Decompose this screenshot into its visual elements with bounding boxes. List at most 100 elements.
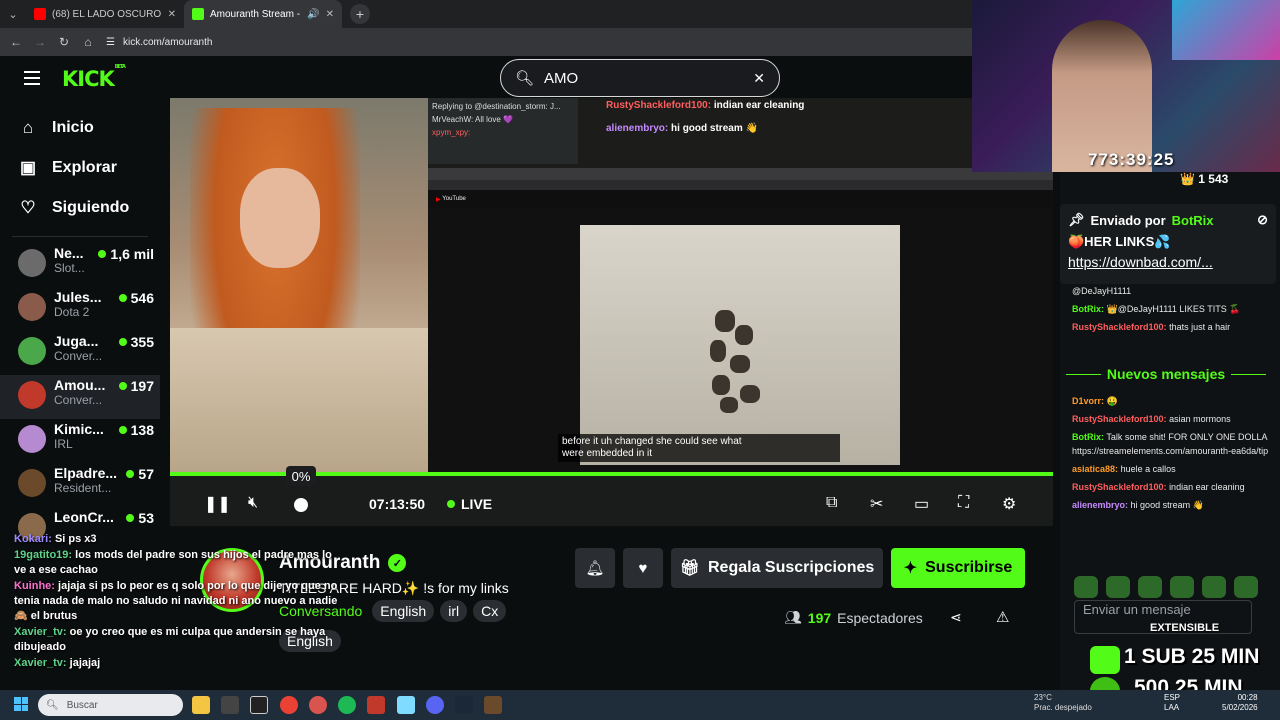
tag-irl[interactable]: irl <box>440 600 468 622</box>
report-warning-icon[interactable]: ⚠ <box>996 608 1009 626</box>
language-indicator[interactable]: ESP LAA <box>1164 693 1180 713</box>
emote-icon[interactable] <box>1138 576 1162 598</box>
app-icon[interactable] <box>221 696 239 714</box>
notepad-icon[interactable] <box>397 696 415 714</box>
site-info-icon[interactable]: ☰ <box>106 37 115 48</box>
live-dot <box>118 338 127 346</box>
weather-widget[interactable]: 23°C Prac. despejado <box>1034 693 1092 713</box>
emote-icon[interactable] <box>1074 576 1098 598</box>
sidebar-channel[interactable]: Kimic... IRL 138 <box>0 419 160 463</box>
tab-list-chevron-icon[interactable]: ⌄ <box>0 0 26 28</box>
pinned-link[interactable]: https://downbad.com/... <box>1068 254 1268 270</box>
theater-mode-icon[interactable]: ▭ <box>914 494 929 514</box>
chat-message[interactable]: BotRix: 👑@DeJayH1111 LIKES TITS 🍒 <box>1072 302 1272 316</box>
live-indicator: LIVE <box>447 496 492 512</box>
notification-bell-button[interactable]: 🔔︎ <box>575 548 615 588</box>
heart-icon: ♥ <box>638 559 648 577</box>
chat-user: alienembryo: <box>606 123 669 134</box>
taskbar-search[interactable]: 🔍︎ Buscar <box>38 694 183 716</box>
browser-tab-kick[interactable]: Amouranth Stream - Watch 🔊 ✕ <box>184 0 342 28</box>
chat-message[interactable]: alienembryo: hi good stream 👋 <box>1072 498 1272 512</box>
share-icon[interactable]: ⋖ <box>950 609 962 626</box>
app-icon[interactable] <box>309 696 327 714</box>
close-tab-icon[interactable]: ✕ <box>326 9 334 20</box>
mute-icon[interactable]: 🔇︎ <box>248 494 258 512</box>
sidebar-item-explorar[interactable]: ▣ Explorar <box>0 148 160 188</box>
windows-start-icon[interactable] <box>14 697 28 711</box>
chat-user[interactable]: BotRix: <box>1072 304 1104 314</box>
chat-message[interactable]: asiatica88: huele a callos <box>1072 462 1272 476</box>
chat-user: Kuinhe: <box>14 580 55 592</box>
emote-icon[interactable] <box>1170 576 1194 598</box>
kick-logo[interactable]: KICKBETA <box>62 64 126 91</box>
settings-gear-icon[interactable]: ⚙ <box>1002 494 1016 514</box>
channel-viewers: 355 <box>118 334 154 350</box>
forward-icon[interactable]: → <box>30 32 50 52</box>
url-field[interactable]: ☰ kick.com/amouranth <box>106 37 212 48</box>
sidebar-item-inicio[interactable]: ⌂ Inicio <box>0 108 160 148</box>
video-player[interactable]: Replying to @destination_storm: J... MrV… <box>170 98 1053 526</box>
chat-message[interactable]: @DeJayH1111 <box>1072 284 1272 298</box>
home-icon[interactable]: ⌂ <box>78 32 98 52</box>
channel-viewers: 57 <box>126 466 154 482</box>
tag-cx[interactable]: Cx <box>473 600 507 622</box>
pause-icon[interactable]: ❚❚ <box>204 494 231 514</box>
sidebar-channel[interactable]: Ne... Slot... 1,6 mil <box>0 243 160 287</box>
chat-user[interactable]: BotRix: <box>1072 432 1104 442</box>
chat-user[interactable]: RustyShackleford100: <box>1072 482 1167 492</box>
miniplayer-icon[interactable]: ⧉ <box>826 494 837 512</box>
chat-user[interactable]: D1vorr: <box>1072 396 1104 406</box>
spotify-icon[interactable] <box>338 696 356 714</box>
search-input[interactable] <box>544 69 744 87</box>
chat-user[interactable]: alienembryo: <box>1072 500 1128 510</box>
speaker-icon[interactable]: 🔊 <box>307 9 319 20</box>
hide-pin-icon[interactable]: ⊘ <box>1257 212 1268 228</box>
chat-user[interactable]: asiatica88: <box>1072 464 1118 474</box>
tag-english[interactable]: English <box>372 600 435 622</box>
chat-message[interactable]: RustyShackleford100: asian mormons <box>1072 412 1272 426</box>
discord-icon[interactable] <box>426 696 444 714</box>
clear-search-icon[interactable]: ✕ <box>753 70 765 87</box>
sidebar-item-siguiendo[interactable]: ♡ Siguiendo <box>0 188 160 228</box>
channel-viewers: 546 <box>118 290 154 306</box>
gift-subs-button[interactable]: 🎁︎ Regala Suscripciones <box>671 548 883 588</box>
close-tab-icon[interactable]: ✕ <box>168 9 176 20</box>
chat-message[interactable]: D1vorr: 🤑 <box>1072 394 1272 408</box>
chat-messages-after: D1vorr: 🤑 RustyShackleford100: asian morm… <box>1072 394 1272 516</box>
app-icon[interactable] <box>250 696 268 714</box>
app-icon[interactable] <box>367 696 385 714</box>
subtitle-line: before it uh changed she could see what <box>562 436 742 447</box>
emote-icon[interactable] <box>1202 576 1226 598</box>
pinned-message[interactable]: 📌︎ Enviado por BotRix ⊘ 🍑HER LINKS💦 http… <box>1060 204 1276 284</box>
stream-time: 07:13:50 <box>369 496 426 512</box>
overlay-chat-message: Xavier_tv: oe yo creo que es mi culpa qu… <box>14 625 344 655</box>
emote-icon[interactable] <box>1234 576 1258 598</box>
clip-icon[interactable]: ✂ <box>870 494 883 514</box>
taskbar-clock[interactable]: 00:28 5/02/2026 <box>1222 693 1258 713</box>
fullscreen-icon[interactable]: ⛶ <box>958 494 969 512</box>
browser-tab-youtube[interactable]: (68) EL LADO OSCURO DE LOS ✕ <box>26 0 184 28</box>
reload-icon[interactable]: ↻ <box>54 32 74 52</box>
new-tab-button[interactable]: + <box>350 4 370 24</box>
chat-user[interactable]: RustyShackleford100: <box>1072 414 1167 424</box>
back-icon[interactable]: ← <box>6 32 26 52</box>
player-controls: ❚❚ 🔇︎ 0% 07:13:50 LIVE ⧉ ✂ ▭ ⛶ ⚙ <box>170 466 1053 526</box>
sidebar-channel[interactable]: Jules... Dota 2 546 <box>0 287 160 331</box>
sidebar-channel[interactable]: Juga... Conver... 355 <box>0 331 160 375</box>
follow-heart-button[interactable]: ♥ <box>623 548 663 588</box>
chat-message[interactable]: RustyShackleford100: thats just a hair <box>1072 320 1272 334</box>
subscribe-button[interactable]: ✦ Suscribirse <box>891 548 1025 588</box>
chrome-icon[interactable] <box>280 696 298 714</box>
chat-message[interactable]: BotRix: Talk some shit! FOR ONLY ONE DOL… <box>1072 430 1272 458</box>
menu-icon[interactable] <box>24 71 40 85</box>
sidebar-channel[interactable]: Amou... Conver... 197 <box>0 375 160 419</box>
steam-icon[interactable] <box>455 696 473 714</box>
volume-slider-knob[interactable] <box>294 498 308 512</box>
chat-message[interactable]: RustyShackleford100: indian ear cleaning <box>1072 480 1272 494</box>
chat-user[interactable]: RustyShackleford100: <box>1072 322 1167 332</box>
file-explorer-icon[interactable] <box>192 696 210 714</box>
app-icon[interactable] <box>484 696 502 714</box>
emote-icon[interactable] <box>1106 576 1130 598</box>
documentary-frame <box>580 225 900 465</box>
sidebar-channel[interactable]: Elpadre... Resident... 57 <box>0 463 160 507</box>
